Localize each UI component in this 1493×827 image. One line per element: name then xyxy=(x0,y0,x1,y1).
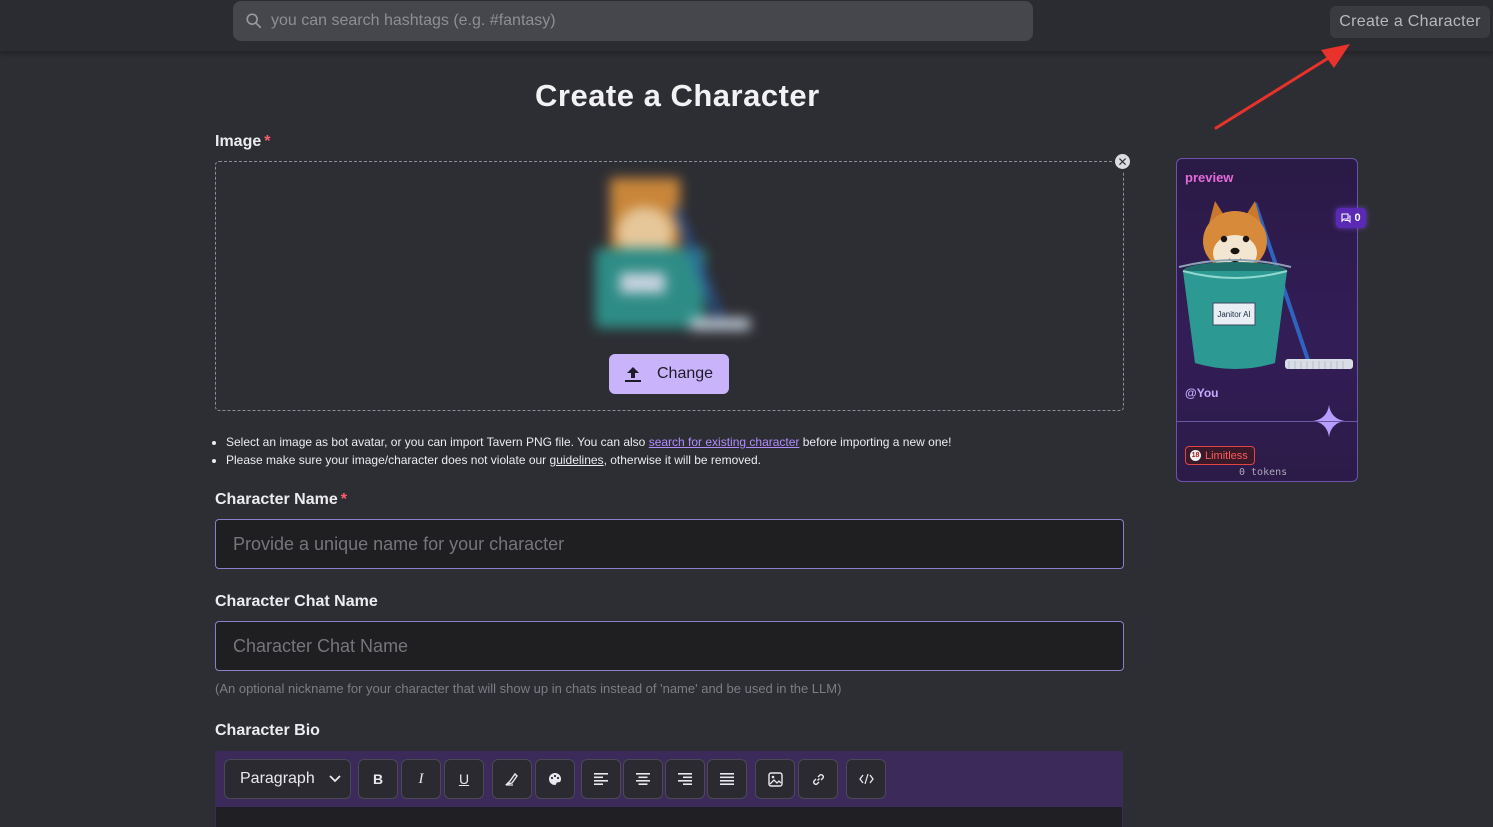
image-icon xyxy=(767,771,783,787)
age-rating-icon: 18 xyxy=(1190,450,1201,461)
palette-icon xyxy=(549,773,561,785)
search-existing-character-link[interactable]: search for existing character xyxy=(649,435,800,449)
create-character-button[interactable]: Create a Character xyxy=(1330,6,1490,38)
insert-image-button[interactable] xyxy=(755,759,795,799)
image-label: Image * xyxy=(215,133,271,150)
required-mark: * xyxy=(264,133,271,150)
code-button[interactable] xyxy=(846,759,886,799)
preview-label: preview xyxy=(1185,170,1234,185)
highlighter-icon xyxy=(505,772,518,786)
character-name-label: Character Name * xyxy=(215,491,347,508)
code-icon xyxy=(858,773,874,785)
align-center-icon xyxy=(636,773,650,785)
character-chat-name-field[interactable] xyxy=(215,621,1124,671)
bold-button[interactable]: B xyxy=(358,759,398,799)
link-icon xyxy=(812,773,824,785)
search-bar[interactable] xyxy=(233,1,1033,41)
align-right-button[interactable] xyxy=(665,759,705,799)
search-icon xyxy=(246,13,262,29)
change-image-button[interactable]: Change xyxy=(609,354,729,394)
search-input[interactable] xyxy=(271,12,1011,30)
token-count: 0 tokens xyxy=(1239,467,1288,478)
preview-card: preview Janitor AI @You 18 Limitless 0 t… xyxy=(1176,158,1358,482)
note-item: Select an image as bot avatar, or you ca… xyxy=(226,433,1126,451)
page-title: Create a Character xyxy=(535,78,820,113)
note-item: Please make sure your image/character do… xyxy=(226,451,1126,469)
character-chat-name-input[interactable] xyxy=(216,622,1123,670)
align-justify-button[interactable] xyxy=(707,759,747,799)
italic-button[interactable]: I xyxy=(401,759,441,799)
bucket-label: Janitor AI xyxy=(1217,310,1250,319)
chat-icon xyxy=(1341,213,1351,223)
required-mark: * xyxy=(340,491,347,508)
character-chat-name-label: Character Chat Name xyxy=(215,593,378,610)
align-center-button[interactable] xyxy=(623,759,663,799)
align-left-icon xyxy=(594,773,608,785)
align-left-button[interactable] xyxy=(581,759,621,799)
avatar-thumbnail xyxy=(595,178,750,330)
annotation-arrow xyxy=(1214,44,1350,130)
block-type-select[interactable]: Paragraph xyxy=(224,759,351,799)
color-button[interactable] xyxy=(535,759,575,799)
character-name-field[interactable] xyxy=(215,519,1124,569)
chevron-down-icon xyxy=(329,775,341,783)
character-avatar: Janitor AI xyxy=(1178,201,1353,369)
change-label: Change xyxy=(657,365,714,382)
image-notes: Select an image as bot avatar, or you ca… xyxy=(226,433,1126,469)
bio-editor-area[interactable] xyxy=(215,807,1123,827)
chat-name-hint: (An optional nickname for your character… xyxy=(215,681,842,696)
character-bio-label: Character Bio xyxy=(215,722,320,739)
close-icon[interactable]: ✕ xyxy=(1113,152,1132,171)
insert-link-button[interactable] xyxy=(798,759,838,799)
upload-icon xyxy=(625,367,641,382)
align-justify-icon xyxy=(720,773,734,785)
guidelines-link[interactable]: guidelines xyxy=(550,453,604,467)
limitless-badge: 18 Limitless xyxy=(1185,446,1255,465)
creator-handle: @You xyxy=(1185,386,1219,400)
highlight-button[interactable] xyxy=(492,759,532,799)
underline-button[interactable]: U xyxy=(444,759,484,799)
editor-toolbar: Paragraph B I U xyxy=(215,751,1123,807)
preview-divider xyxy=(1177,421,1357,422)
chat-count-badge: 0 xyxy=(1336,208,1366,228)
character-name-input[interactable] xyxy=(216,520,1123,568)
align-right-icon xyxy=(678,773,692,785)
